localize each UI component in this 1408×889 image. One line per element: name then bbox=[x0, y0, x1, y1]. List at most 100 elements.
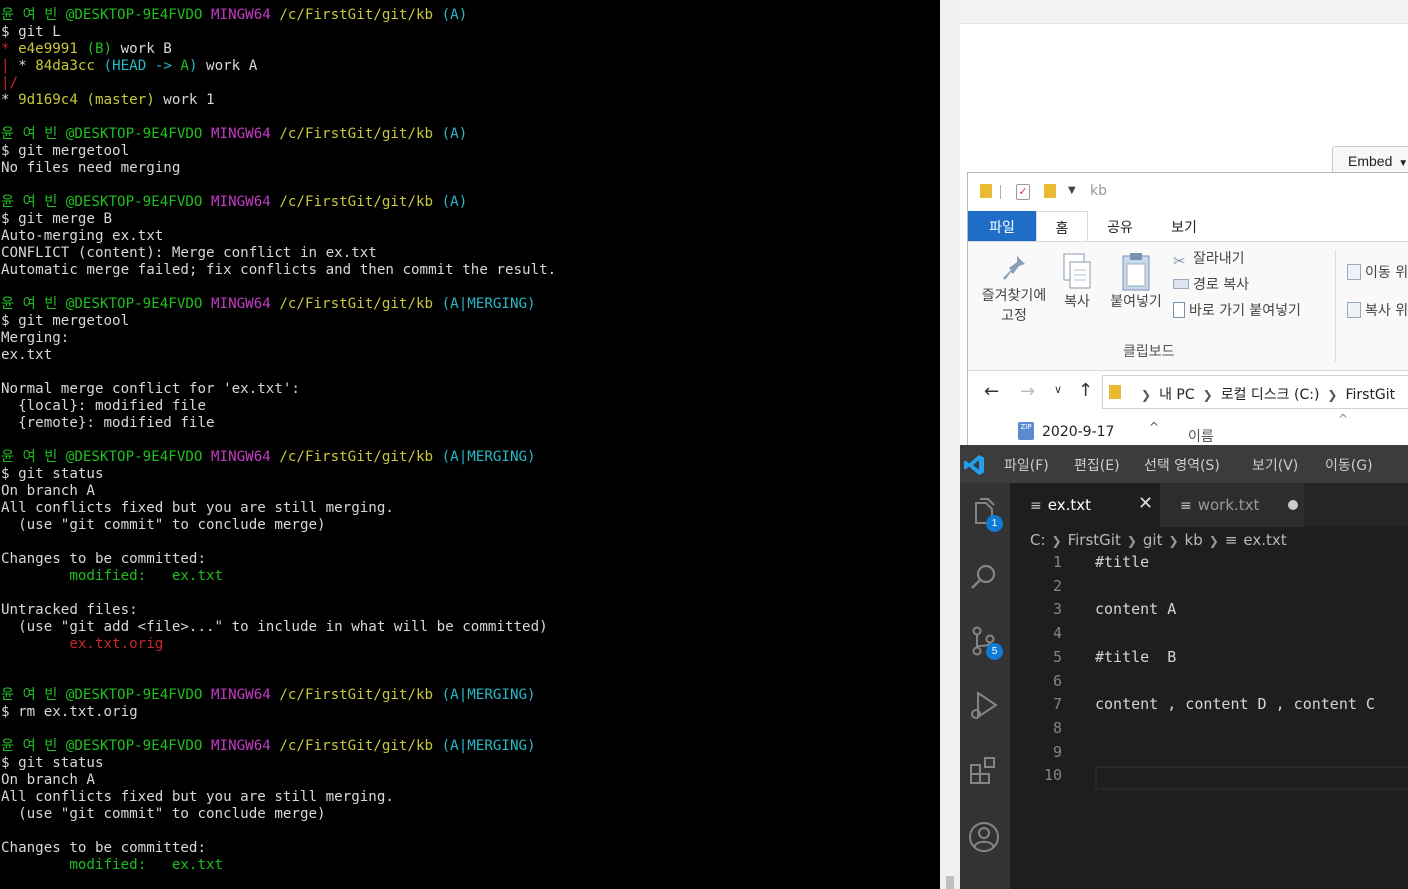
close-icon[interactable]: ✕ bbox=[1138, 493, 1153, 514]
prompt-user: 윤 여 빈 @DESKTOP-9E4FVDO bbox=[1, 7, 203, 23]
menu-selection[interactable]: 선택 영역(S) bbox=[1144, 455, 1220, 475]
tab-file[interactable]: 파일 bbox=[968, 211, 1036, 241]
code-editor[interactable]: 1 #title 2 3 content A 4 5 #title B 6 7 content , … bbox=[1010, 553, 1408, 889]
terminal-text: {local}: modified file bbox=[1, 398, 206, 414]
paste-shortcut-button[interactable]: 바로 가기 붙여넣기 bbox=[1173, 300, 1301, 324]
chevron-right-icon: ❯ bbox=[1051, 534, 1062, 548]
terminal-text: {remote}: modified file bbox=[1, 415, 215, 431]
tab-view[interactable]: 보기 bbox=[1164, 211, 1204, 241]
breadcrumb-disk[interactable]: 로컬 디스크 (C:) bbox=[1221, 387, 1320, 403]
menu-file[interactable]: 파일(F) bbox=[1004, 455, 1049, 475]
prompt-branch: (A) bbox=[441, 126, 468, 142]
chevron-down-icon: ▼ bbox=[1398, 158, 1408, 169]
git-bash-terminal[interactable]: 윤 여 빈 @DESKTOP-9E4FVDO MINGW64 /c/FirstG… bbox=[0, 0, 940, 889]
breadcrumb-kb[interactable]: kb bbox=[1185, 531, 1203, 549]
terminal-output-line: Merging: bbox=[0, 330, 940, 347]
breadcrumb-drive[interactable]: C: bbox=[1030, 531, 1046, 549]
recent-locations-chevron-icon[interactable]: ∨ bbox=[1054, 383, 1062, 396]
activity-bar: 1 5 bbox=[960, 483, 1010, 889]
code-line[interactable]: 1 #title bbox=[1010, 553, 1408, 577]
address-bar[interactable]: ❯ 내 PC ❯ 로컬 디스크 (C:) ❯ FirstGit bbox=[1102, 375, 1408, 409]
copy-path-button[interactable]: 경로 복사 bbox=[1173, 274, 1249, 298]
account-icon[interactable] bbox=[966, 819, 1002, 855]
scroll-up-icon[interactable]: ^ bbox=[1144, 420, 1164, 440]
tab-share[interactable]: 공유 bbox=[1098, 211, 1142, 241]
tab-ex-txt[interactable]: ≡ ex.txt ✕ bbox=[1010, 483, 1160, 527]
line-number: 10 bbox=[1043, 766, 1062, 785]
menu-edit[interactable]: 편집(E) bbox=[1074, 455, 1120, 475]
explorer-files-icon[interactable]: 1 bbox=[966, 495, 1003, 532]
terminal-output-line: $ git status bbox=[0, 466, 940, 483]
terminal-output-line: ex.txt.orig bbox=[0, 636, 940, 653]
tab-ex-label: ex.txt bbox=[1047, 496, 1091, 514]
terminal-scrollbar[interactable] bbox=[940, 0, 960, 889]
tab-home[interactable]: 홈 bbox=[1036, 211, 1088, 242]
breadcrumb-folder[interactable]: FirstGit bbox=[1345, 387, 1395, 403]
move-to-button[interactable]: 이동 위 bbox=[1347, 262, 1408, 282]
code-line[interactable]: 4 bbox=[1010, 624, 1408, 648]
folder-icon[interactable] bbox=[980, 184, 992, 198]
terminal-prompt: 윤 여 빈 @DESKTOP-9E4FVDO MINGW64 /c/FirstG… bbox=[0, 449, 940, 466]
copy-button[interactable]: 복사 bbox=[1060, 252, 1094, 312]
breadcrumb-firstgit[interactable]: FirstGit bbox=[1068, 531, 1121, 549]
terminal-scrollbar-thumb[interactable] bbox=[946, 876, 954, 889]
ribbon-tabs: 파일 홈 공유 보기 bbox=[968, 211, 1408, 242]
terminal-text: On branch A bbox=[1, 772, 95, 788]
tab-work-txt[interactable]: ≡ work.txt bbox=[1160, 483, 1304, 527]
menu-view[interactable]: 보기(V) bbox=[1252, 455, 1298, 475]
terminal-text: Changes to be committed: bbox=[1, 551, 206, 567]
code-line[interactable]: 9 bbox=[1010, 743, 1408, 767]
forward-arrow-icon[interactable]: → bbox=[1020, 381, 1035, 402]
terminal-text: $ git mergetool bbox=[1, 143, 130, 159]
terminal-output-line: (use "git commit" to conclude merge) bbox=[0, 517, 940, 534]
vscode-window: 파일(F) 편집(E) 선택 영역(S) 보기(V) 이동(G) 1 5 ≡ ex… bbox=[960, 445, 1408, 889]
terminal-text: work A bbox=[197, 58, 258, 74]
file-item-name[interactable]: 2020-9-17 bbox=[1042, 424, 1114, 440]
clipboard-icon bbox=[1119, 252, 1153, 292]
run-debug-icon[interactable] bbox=[966, 687, 1002, 723]
extensions-icon[interactable] bbox=[966, 753, 1002, 789]
menu-go[interactable]: 이동(G) bbox=[1325, 455, 1373, 475]
copy-path-icon bbox=[1173, 279, 1189, 289]
name-column-header[interactable]: 이름 bbox=[1188, 426, 1214, 445]
breadcrumb-pc[interactable]: 내 PC bbox=[1159, 387, 1195, 403]
file-list-header: ZIP 2020-9-17 ^ 이름 ^ bbox=[968, 412, 1408, 445]
terminal-output-line: |/ bbox=[0, 75, 940, 92]
code-line[interactable]: 7 content , content D , content C bbox=[1010, 695, 1408, 719]
terminal-text: modified: ex.txt bbox=[1, 568, 224, 584]
breadcrumb-file[interactable]: ex.txt bbox=[1243, 531, 1286, 549]
terminal-text: ex.txt bbox=[1, 347, 53, 363]
copy-to-button[interactable]: 복사 위 bbox=[1347, 300, 1408, 320]
prompt-path: /c/FirstGit/git/kb bbox=[279, 296, 434, 312]
code-line[interactable]: 8 bbox=[1010, 719, 1408, 743]
quick-access-toolbar: ✓ ▼ kb bbox=[968, 173, 1408, 211]
scissors-icon: ✂ bbox=[1173, 252, 1186, 270]
code-line[interactable]: 10 bbox=[1010, 766, 1408, 790]
customize-toolbar-icon[interactable]: ▼ bbox=[1068, 185, 1076, 196]
pin-to-quick-access-button[interactable]: 즐겨찾기에 고정 bbox=[974, 252, 1054, 326]
code-line[interactable]: 3 content A bbox=[1010, 600, 1408, 624]
chevron-right-icon: ❯ bbox=[1327, 388, 1338, 402]
properties-check-icon[interactable]: ✓ bbox=[1016, 184, 1030, 200]
code-line[interactable]: 6 bbox=[1010, 672, 1408, 696]
source-control-icon[interactable]: 5 bbox=[966, 623, 1003, 660]
search-icon[interactable] bbox=[966, 559, 1002, 595]
cut-button[interactable]: ✂ 잘라내기 bbox=[1173, 248, 1245, 272]
breadcrumb-git[interactable]: git bbox=[1143, 531, 1163, 549]
terminal-text: Normal merge conflict for 'ex.txt': bbox=[1, 381, 300, 397]
up-arrow-icon[interactable]: ↑ bbox=[1078, 380, 1093, 401]
terminal-text: modified: ex.txt bbox=[1, 857, 224, 873]
code-line[interactable]: 2 bbox=[1010, 577, 1408, 601]
embed-label: Embed bbox=[1348, 153, 1393, 169]
terminal-text: Changes to be committed: bbox=[1, 840, 206, 856]
paste-button[interactable]: 붙여넣기 bbox=[1106, 252, 1166, 312]
terminal-text: (use "git commit" to conclude merge) bbox=[1, 517, 326, 533]
move-to-icon bbox=[1347, 264, 1361, 280]
line-number: 3 bbox=[1052, 600, 1062, 619]
back-arrow-icon[interactable]: ← bbox=[984, 381, 999, 402]
new-folder-icon[interactable] bbox=[1044, 184, 1056, 198]
unsaved-dot-icon[interactable] bbox=[1288, 500, 1298, 510]
code-line[interactable]: 5 #title B bbox=[1010, 648, 1408, 672]
